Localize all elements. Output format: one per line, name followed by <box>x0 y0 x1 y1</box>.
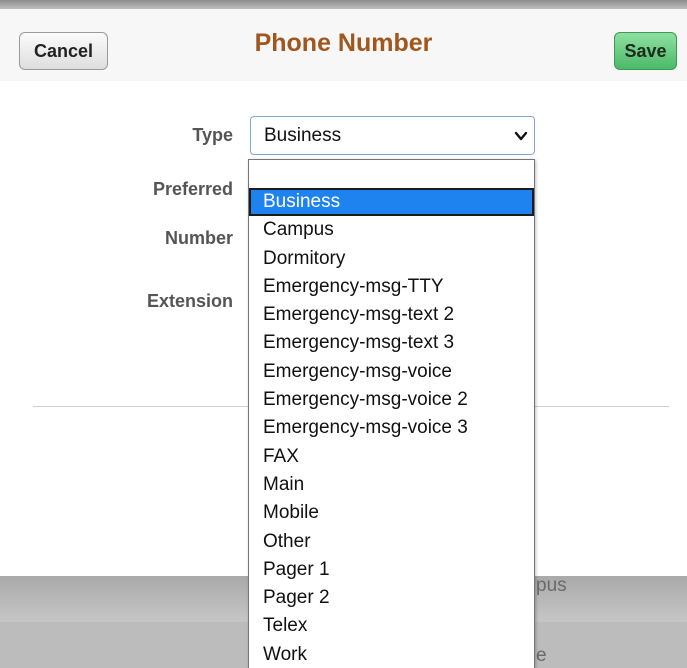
type-select[interactable]: Business <box>250 116 535 155</box>
dropdown-option-list: Business Campus Dormitory Emergency-msg-TTY… <box>249 188 534 668</box>
type-select-value: Business <box>264 125 342 146</box>
phone-number-page: Cancel Phone Number Save Type Preferred … <box>0 0 687 668</box>
dropdown-option[interactable]: Dormitory <box>249 245 534 273</box>
dropdown-option[interactable]: Pager 1 <box>249 556 534 584</box>
header-bar: Cancel Phone Number Save <box>0 9 687 81</box>
dropdown-option[interactable]: Emergency-msg-voice 2 <box>249 386 534 414</box>
dropdown-option[interactable]: Emergency-msg-TTY <box>249 273 534 301</box>
dropdown-option[interactable]: Main <box>249 471 534 499</box>
cancel-button[interactable]: Cancel <box>19 32 108 70</box>
preferred-label: Preferred <box>152 179 233 199</box>
top-shadow-strip <box>0 0 687 9</box>
background-peek-text-2: e <box>536 645 547 666</box>
dropdown-option[interactable]: Emergency-msg-voice <box>249 358 534 386</box>
background-peek-text-1: pus <box>536 575 567 596</box>
dropdown-option[interactable]: Emergency-msg-voice 3 <box>249 414 534 442</box>
dropdown-option[interactable]: Mobile <box>249 499 534 527</box>
dropdown-option[interactable]: Other <box>249 528 534 556</box>
dropdown-option[interactable]: Telex <box>249 612 534 640</box>
dropdown-option[interactable]: Work <box>249 641 534 668</box>
dropdown-option[interactable]: Emergency-msg-text 2 <box>249 301 534 329</box>
number-label: Number <box>164 228 233 248</box>
dropdown-option-blank[interactable] <box>249 160 534 188</box>
chevron-down-icon <box>514 131 528 141</box>
dropdown-option[interactable]: Campus <box>249 216 534 244</box>
save-button[interactable]: Save <box>614 32 677 70</box>
extension-label: Extension <box>146 291 233 311</box>
type-dropdown-list[interactable]: Business Campus Dormitory Emergency-msg-TTY… <box>248 159 535 668</box>
dropdown-option[interactable]: FAX <box>249 443 534 471</box>
type-label: Type <box>192 125 233 145</box>
dropdown-option[interactable]: Emergency-msg-text 3 <box>249 329 534 357</box>
dropdown-option[interactable]: Business <box>249 188 534 217</box>
dropdown-option[interactable]: Pager 2 <box>249 584 534 612</box>
